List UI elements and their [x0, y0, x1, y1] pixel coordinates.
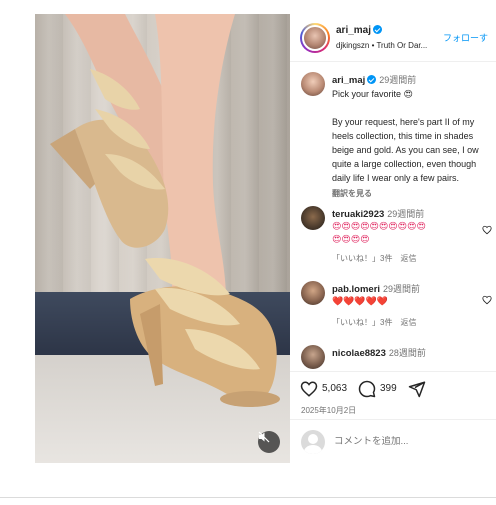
comment-composer — [290, 419, 496, 463]
caption-line: By your request, here's part II of my — [332, 117, 475, 127]
current-user-avatar — [301, 430, 325, 454]
verified-badge-icon — [367, 75, 377, 84]
comment-text: 😍😍😍😍 — [332, 234, 370, 244]
comment-avatar[interactable] — [301, 281, 325, 305]
comment-input[interactable] — [334, 436, 484, 447]
page-divider — [0, 497, 496, 498]
comment-like-count[interactable]: 「いいね！」3件 — [332, 318, 392, 327]
mute-button[interactable] — [258, 431, 280, 453]
caption-username[interactable]: ari_maj 29週間前 — [332, 73, 416, 86]
verified-badge-icon — [373, 25, 383, 34]
comment-bubble-icon[interactable] — [358, 380, 376, 398]
comment-text: ❤️❤️❤️❤️❤️ — [332, 296, 389, 306]
comment-heart-icon[interactable] — [482, 225, 492, 235]
author-username[interactable]: ari_maj — [336, 25, 383, 36]
caption-line: quite a large collection, even though — [332, 159, 477, 169]
author-avatar[interactable] — [300, 23, 330, 53]
audio-subtitle[interactable]: djkingszn • Truth Or Dar... — [336, 41, 427, 50]
post-date: 2025年10月2日 — [301, 406, 357, 415]
caption-line: Pick your favorite 😍 — [332, 89, 413, 99]
shoe-illustration — [50, 14, 280, 407]
caption-line: daily life I wear only a few pairs. — [332, 173, 460, 183]
comment-meta: 「いいね！」3件 返信 — [332, 317, 424, 328]
comment-avatar[interactable] — [301, 206, 325, 230]
comment-text: 😍😍😍😍😍😍😍😍😍😍 — [332, 221, 426, 231]
caption-line: beige and gold. As you can see, I ow — [332, 145, 479, 155]
comment-meta: 「いいね！」3件 返信 — [332, 253, 424, 264]
comment-username[interactable]: pab.lomeri 29週間前 — [332, 282, 420, 295]
reply-button[interactable]: 返信 — [400, 318, 416, 327]
caption-line: heels collection, this time in shades — [332, 131, 474, 141]
post-detail-panel: ari_maj フォローす djkingszn • Truth Or Dar..… — [290, 14, 496, 463]
post-header: ari_maj フォローす djkingszn • Truth Or Dar..… — [290, 14, 496, 62]
share-send-icon[interactable] — [408, 380, 426, 398]
comment-avatar[interactable] — [301, 345, 325, 369]
comment-count[interactable]: 399 — [380, 383, 397, 394]
follow-button[interactable]: フォローす — [443, 31, 488, 44]
post-actions: 5,063 399 2025年10月2日 — [290, 371, 496, 419]
comment-username[interactable]: teruaki2923 29週間前 — [332, 207, 424, 220]
caption-avatar[interactable] — [301, 72, 325, 96]
comment-username[interactable]: nicolae8823 28週間前 — [332, 346, 426, 359]
like-count[interactable]: 5,063 — [322, 383, 347, 394]
comment-like-count[interactable]: 「いいね！」3件 — [332, 254, 392, 263]
comment-heart-icon[interactable] — [482, 295, 492, 305]
post-media[interactable] — [35, 14, 290, 463]
comments-list[interactable]: ari_maj 29週間前 Pick your favorite 😍 By you… — [290, 63, 496, 371]
translate-link[interactable]: 翻訳を見る — [332, 188, 372, 199]
speaker-muted-icon — [258, 431, 270, 443]
reply-button[interactable]: 返信 — [400, 254, 416, 263]
like-heart-icon[interactable] — [300, 380, 318, 398]
